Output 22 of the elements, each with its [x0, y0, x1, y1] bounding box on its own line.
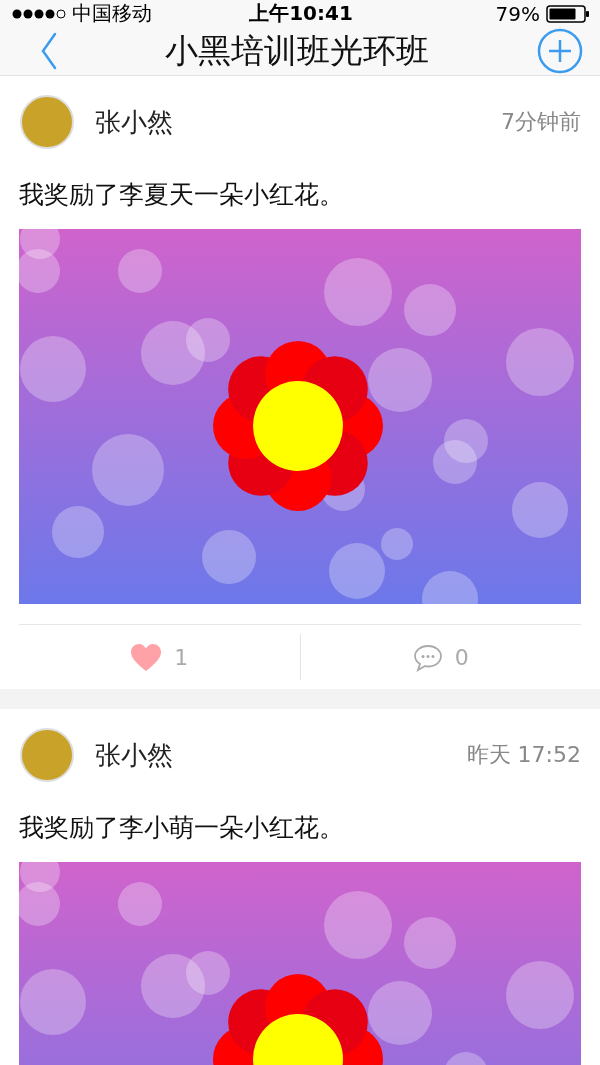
like-button[interactable]: 1 [19, 625, 300, 689]
post-text: 我奖励了李夏天一朵小红花。 [19, 179, 345, 211]
post-text: 我奖励了李小萌一朵小红花。 [19, 812, 345, 844]
add-icon [536, 27, 584, 75]
avatar[interactable] [19, 727, 75, 783]
post-time: 7分钟前 [501, 108, 581, 136]
clock-time: 上午10:41 [249, 0, 353, 27]
page-title: 小黑培训班光环班 [165, 29, 429, 72]
comment-button[interactable]: 0 [300, 625, 581, 689]
author-name: 张小然 [95, 738, 174, 772]
battery-percent: 79% [495, 1, 540, 26]
comment-icon [412, 642, 443, 672]
signal-icon [12, 7, 66, 20]
avatar[interactable] [19, 94, 75, 150]
carrier-name: 中国移动 [72, 0, 152, 27]
battery-icon [546, 4, 590, 23]
heart-icon [130, 642, 163, 672]
post-time: 昨天 17:52 [466, 741, 581, 769]
add-button[interactable] [536, 27, 584, 75]
author-name: 张小然 [95, 105, 174, 139]
back-button[interactable] [40, 32, 58, 70]
back-icon [40, 32, 58, 70]
